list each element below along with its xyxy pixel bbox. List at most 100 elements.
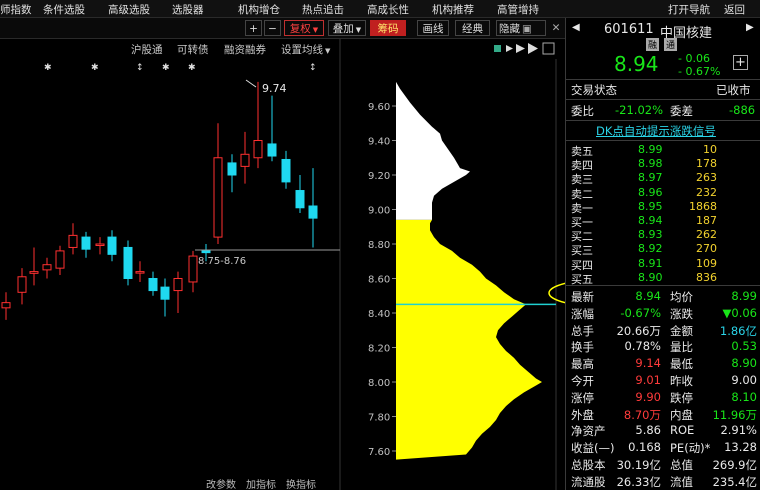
price-axis-label: 8.40: [368, 309, 390, 320]
candle-up: [55, 250, 65, 269]
fuquan-dropdown[interactable]: 复权 ▼: [284, 20, 324, 36]
prev-stock-icon[interactable]: ◀: [572, 22, 580, 33]
stats-row: 涨幅 -0.67% 涨跌 ▼0.06: [566, 306, 760, 322]
connect-badge: 通: [664, 38, 678, 51]
stat-value: 5.86: [635, 423, 661, 438]
stat-value: 235.4亿: [712, 474, 757, 489]
candle-up: [29, 271, 39, 274]
tab-add-indicator[interactable]: 加指标: [246, 478, 276, 490]
stat-label: 流值: [670, 474, 693, 489]
stat-label: 流通股: [571, 474, 606, 489]
close-icon[interactable]: ✕: [550, 20, 562, 36]
stats-row: 收益(—) 0.168 PE(动)* 13.28: [566, 440, 760, 456]
menu-item-exec-add[interactable]: 高管增持: [497, 2, 539, 17]
candle-down: [295, 190, 305, 209]
menu-item-advanced-pick[interactable]: 高级选股: [108, 2, 150, 17]
menu-item-institution-add[interactable]: 机构增仓: [238, 2, 280, 17]
bottom-tabs: 改参数 加指标 换指标: [206, 478, 316, 490]
stat-label: 收益(—): [571, 441, 615, 456]
stat-value: 9.90: [635, 389, 661, 404]
menu-item-back[interactable]: 返回: [724, 2, 745, 17]
stat-value: 269.9亿: [712, 458, 757, 472]
stat-value: 0.53: [731, 339, 757, 354]
range-annotation: 8.75-8.76: [198, 256, 246, 267]
add-watchlist-button[interactable]: +: [733, 55, 748, 70]
level-price: 8.93: [638, 228, 663, 242]
level-volume: 10: [703, 143, 717, 156]
candle-up: [188, 255, 198, 283]
zoom-out-button[interactable]: −: [264, 20, 281, 36]
play-icon[interactable]: [528, 43, 538, 54]
status-value: 已收市: [716, 83, 751, 97]
next-stock-icon[interactable]: ▶: [746, 22, 754, 33]
play-icon[interactable]: [516, 44, 525, 53]
menu-item-open-nav[interactable]: 打开导航: [668, 2, 710, 17]
price-axis-label: 9.40: [368, 137, 390, 148]
candle-down: [267, 143, 277, 157]
zoom-in-button[interactable]: +: [245, 20, 262, 36]
menu-item-stock-picker[interactable]: 选股器: [172, 2, 204, 17]
stats-row: 外盘 8.70万 内盘 11.96万: [566, 407, 760, 423]
play-icon[interactable]: [506, 45, 513, 52]
top-menu-bar: 师指数 条件选股 高级选股 选股器 机构增仓 热点追击 高成长性 机构推荐 高管…: [0, 0, 760, 18]
menu-item-condition-pick[interactable]: 条件选股: [43, 2, 85, 17]
draw-line-button[interactable]: 画线: [417, 20, 449, 36]
tab-change-params[interactable]: 改参数: [206, 478, 236, 490]
stat-value: ▼0.06: [722, 305, 757, 320]
candle-up: [173, 278, 183, 292]
stat-value: 8.94: [635, 289, 661, 303]
level-volume: 109: [696, 256, 717, 270]
price-axis-label: 8.60: [368, 275, 390, 286]
high-price-annotation: 9.74: [262, 82, 287, 95]
signal-title-row[interactable]: DK点自动提示涨跌信号: [566, 123, 760, 139]
stat-value: 9.14: [635, 356, 661, 371]
panel-toggle-icon: ▣: [522, 23, 532, 35]
level-price: 8.96: [638, 185, 663, 199]
overlay-label: 叠加: [332, 23, 354, 35]
dropdown-arrow-icon: ▼: [355, 26, 362, 34]
candle-down: [81, 236, 91, 250]
level-price: 8.94: [638, 214, 663, 227]
menu-item-hot-chase[interactable]: 热点追击: [302, 2, 344, 17]
price-axis-label: 8.20: [368, 344, 390, 355]
stock-code: 601611: [604, 22, 654, 37]
stat-value: 8.10: [731, 389, 757, 404]
signal-title[interactable]: DK点自动提示涨跌信号: [596, 123, 716, 139]
menu-item-institution-rec[interactable]: 机构推荐: [432, 2, 474, 17]
stat-value: 0.78%: [624, 339, 661, 354]
stat-label: 换手: [571, 340, 594, 355]
menu-item-high-growth[interactable]: 高成长性: [367, 2, 409, 17]
price-axis-label: 8.80: [368, 240, 390, 251]
kline-chart-area[interactable]: ✱ ✱ ↕ ✱ ✱ ↕ 9.60 9.40 9.20 9.00 8.80 8.60 8.40 8.20 8…: [0, 39, 565, 490]
level-volume: 262: [696, 228, 717, 242]
level-volume: 836: [696, 270, 717, 284]
chip-tool-icon[interactable]: [494, 45, 501, 52]
tab-switch-indicator[interactable]: 换指标: [286, 478, 316, 490]
hide-button[interactable]: 隐藏 ▣: [496, 20, 546, 36]
event-marker-icon: ✱: [162, 63, 170, 73]
menu-item-index[interactable]: 师指数: [0, 2, 32, 17]
divider: [566, 140, 760, 141]
price-block: 8.94 - 0.06 - 0.67% +: [566, 52, 760, 78]
divider: [566, 285, 760, 286]
stat-label: 均价: [670, 290, 693, 304]
classic-button[interactable]: 经典: [455, 20, 490, 36]
event-marker-icon: ✱: [44, 63, 52, 73]
weicha-label: 委差: [670, 104, 693, 118]
candle-up: [68, 234, 78, 248]
chips-button[interactable]: 筹码: [370, 20, 406, 36]
stat-value: 1.86亿: [719, 323, 757, 338]
weibi-value: -21.02%: [615, 103, 663, 117]
stat-label: 总股本: [571, 458, 606, 472]
price-axis-label: 9.00: [368, 206, 390, 217]
chip-profit-profile: [396, 219, 542, 460]
overlay-dropdown[interactable]: 叠加 ▼: [328, 20, 366, 36]
level-price: 8.95: [638, 199, 663, 213]
level-price: 8.98: [638, 157, 663, 171]
level-price: 8.90: [638, 270, 663, 284]
candle-up: [17, 276, 27, 293]
stats-row: 总手 20.66万 金额 1.86亿: [566, 323, 760, 339]
stats-row: 流通股 26.33亿 流值 235.4亿: [566, 474, 760, 490]
settings-icon[interactable]: [542, 42, 555, 55]
stats-row: 总股本 30.19亿 总值 269.9亿: [566, 457, 760, 473]
